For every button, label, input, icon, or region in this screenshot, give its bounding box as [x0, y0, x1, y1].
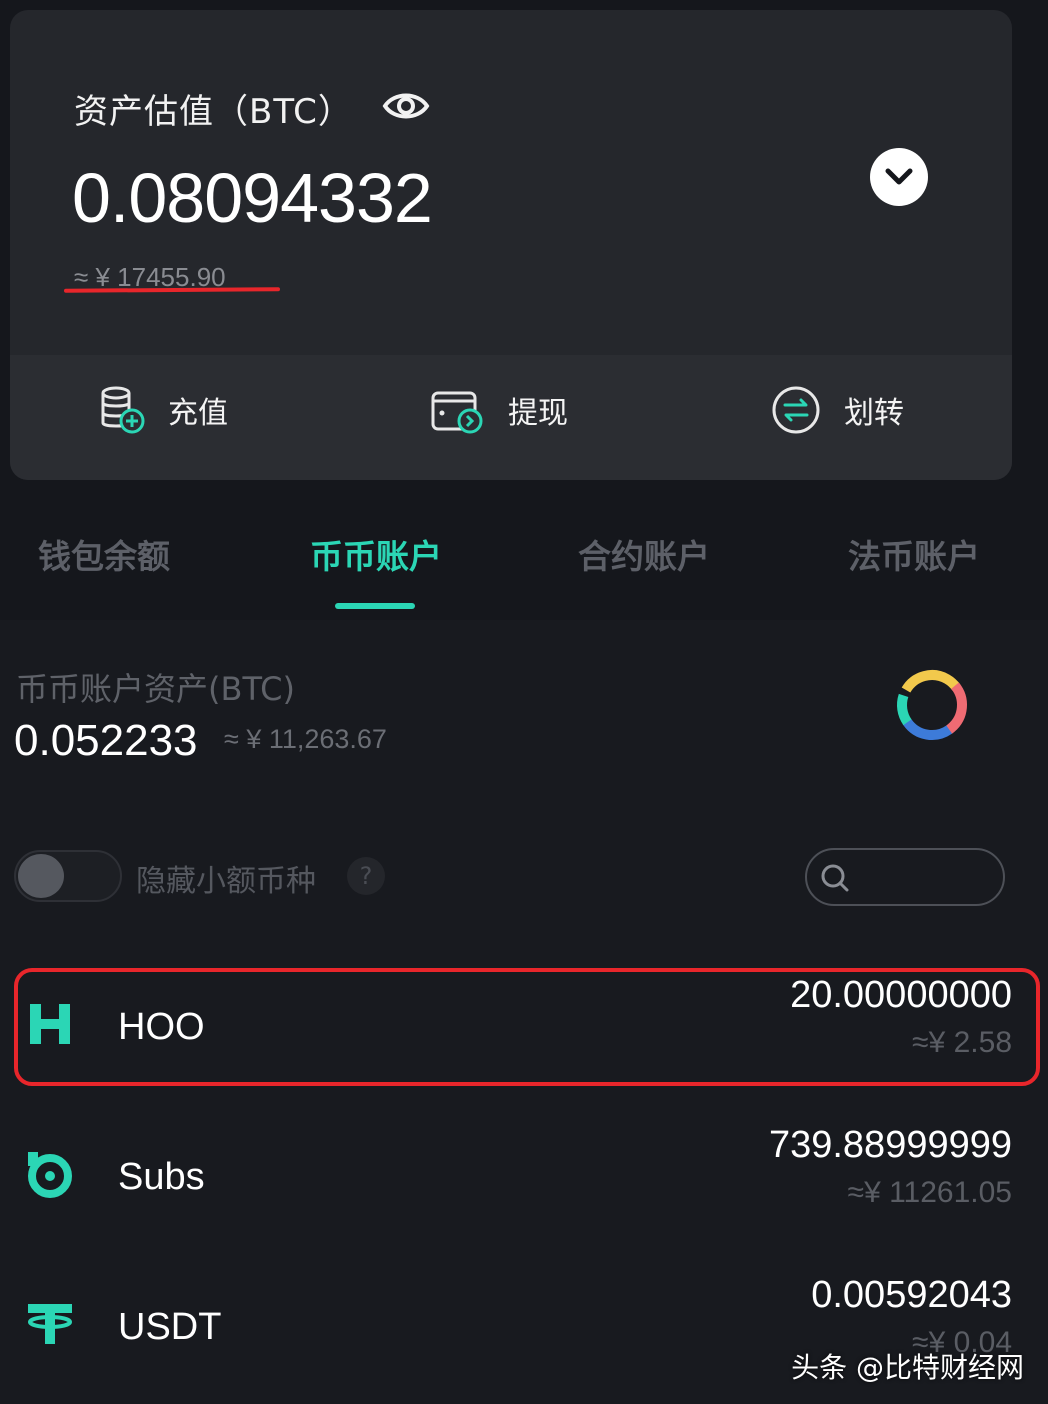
withdraw-label: 提现 [508, 396, 568, 431]
coin-row-subs[interactable]: Subs 739.88999999 ≈¥ 11261.05 [0, 1112, 1048, 1242]
search-box[interactable] [805, 848, 1005, 906]
withdraw-icon [431, 391, 483, 434]
expand-button[interactable] [870, 148, 928, 206]
deposit-button[interactable]: 充值 [100, 380, 228, 440]
spot-assets-cny: ≈ ¥ 11,263.67 [224, 724, 387, 754]
coin-name: USDT [118, 1306, 222, 1348]
asset-valuation-value: 0.08094332 [72, 159, 433, 237]
eye-icon[interactable] [382, 86, 430, 126]
withdraw-button[interactable]: 提现 [430, 380, 568, 440]
transfer-button[interactable]: 划转 [770, 380, 904, 440]
help-icon[interactable]: ? [347, 857, 385, 895]
coin-cny-value: ≈¥ 11261.05 [847, 1176, 1012, 1209]
page: 资产估值（BTC） 0.08094332 ≈ ¥ 17455.90 充值 提现 … [0, 0, 1048, 1404]
active-tab-indicator [335, 603, 415, 609]
red-highlight-annotation [14, 968, 1040, 1086]
chevron-down-icon [885, 168, 913, 185]
asset-distribution-donut-icon[interactable] [892, 665, 972, 745]
spot-assets-label: 币币账户资产(BTC) [16, 670, 295, 708]
transfer-label: 划转 [844, 396, 904, 431]
watermark-text: 头条 @比特财经网 [791, 1351, 1024, 1384]
tab-fiat-account[interactable]: 法币账户 [848, 530, 980, 578]
hide-small-balances-label: 隐藏小额币种 [136, 864, 316, 899]
search-icon [821, 864, 849, 892]
hide-small-balances-toggle[interactable] [14, 850, 122, 902]
tab-wallet-balance[interactable]: 钱包余额 [38, 530, 170, 578]
coin-name: Subs [118, 1156, 205, 1198]
spot-assets-value: 0.052233 [14, 716, 198, 765]
tab-futures-account[interactable]: 合约账户 [578, 530, 710, 578]
asset-valuation-label: 资产估值（BTC） [74, 92, 353, 132]
toggle-knob [18, 854, 64, 898]
search-input[interactable] [857, 858, 997, 896]
deposit-icon [101, 386, 145, 434]
coin-amount: 0.00592043 [811, 1274, 1012, 1316]
subs-coin-icon [28, 1152, 72, 1198]
coin-amount: 739.88999999 [768, 1124, 1012, 1166]
tab-spot-account[interactable]: 币币账户 [310, 530, 442, 578]
transfer-icon [772, 386, 820, 434]
deposit-label: 充值 [168, 396, 228, 431]
usdt-coin-icon [28, 1304, 72, 1344]
